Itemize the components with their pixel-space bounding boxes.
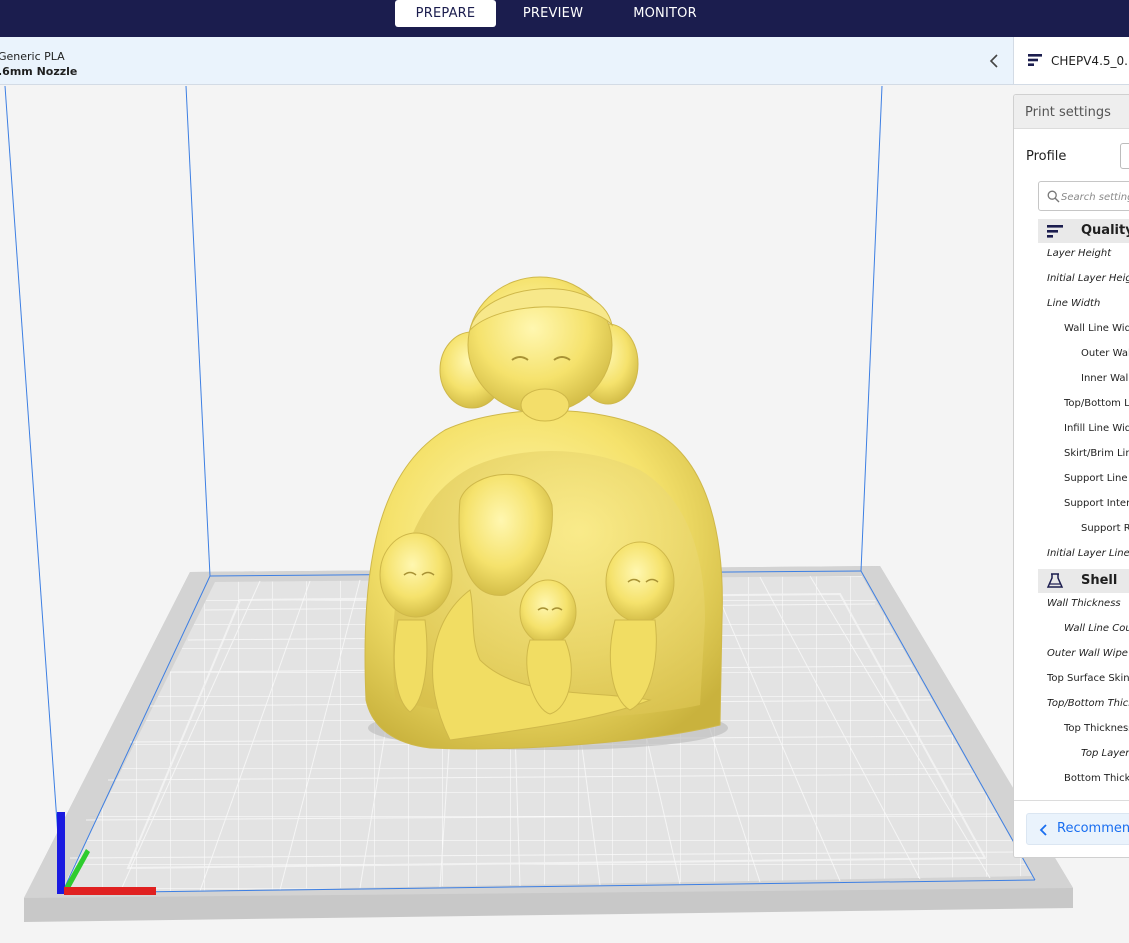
setting-support-line-width[interactable]: Support Line Width <box>1064 469 1129 489</box>
settings-list[interactable]: Quality Layer Height Initial Layer Heigh… <box>1038 219 1129 797</box>
category-quality[interactable]: Quality <box>1038 219 1129 243</box>
tab-monitor[interactable]: MONITOR <box>620 0 710 27</box>
category-label: Shell <box>1081 573 1118 588</box>
setting-support-roof-line-width[interactable]: Support Roof Line Width <box>1081 519 1129 539</box>
setting-top-thickness[interactable]: Top Thickness <box>1064 719 1129 739</box>
scene <box>0 86 1129 943</box>
search-icon <box>1047 190 1060 203</box>
search-settings-box[interactable] <box>1038 181 1129 211</box>
setting-top-bottom-thickness[interactable]: Top/Bottom Thickness <box>1047 694 1129 714</box>
recommended-mode-button[interactable]: Recommended <box>1026 813 1129 845</box>
x-axis <box>64 887 156 895</box>
tab-prepare[interactable]: PREPARE <box>395 0 496 27</box>
setting-outer-wall-line-width[interactable]: Outer Wall Line Width <box>1081 344 1129 364</box>
print-setup-selector[interactable]: CHEPV4.5_0.1 <box>1013 37 1129 85</box>
setting-layer-height[interactable]: Layer Height <box>1047 244 1111 264</box>
setting-initial-layer-line-width[interactable]: Initial Layer Line Width <box>1047 544 1129 564</box>
category-shell[interactable]: Shell <box>1038 569 1129 593</box>
panel-header: Print settings <box>1014 95 1129 129</box>
setting-wall-line-width[interactable]: Wall Line Width <box>1064 319 1129 339</box>
tab-preview[interactable]: PREVIEW <box>510 0 596 27</box>
setting-inner-wall-line-width[interactable]: Inner Wall(s) Line Width <box>1081 369 1129 389</box>
setting-support-interface-line-width[interactable]: Support Interface Line Width <box>1064 494 1129 514</box>
category-label: Quality <box>1081 223 1129 238</box>
recommended-label: Recommended <box>1057 821 1129 836</box>
setting-infill-line-width[interactable]: Infill Line Width <box>1064 419 1129 439</box>
print-settings-panel: Print settings Profile Quality Layer Hei… <box>1013 94 1129 858</box>
setting-skirt-brim-line-width[interactable]: Skirt/Brim Line Width <box>1064 444 1129 464</box>
extruder-material-bar[interactable]: Generic PLA .6mm Nozzle <box>0 37 1013 85</box>
setting-bottom-thickness[interactable]: Bottom Thickness <box>1064 769 1129 789</box>
z-axis <box>57 812 65 894</box>
setting-wall-line-count[interactable]: Wall Line Count <box>1064 619 1129 639</box>
settings-sliders-icon <box>1028 54 1042 66</box>
setting-outer-wall-wipe-distance[interactable]: Outer Wall Wipe Distance <box>1047 644 1129 664</box>
setting-wall-thickness[interactable]: Wall Thickness <box>1047 594 1121 614</box>
setting-top-surface-skin-layers[interactable]: Top Surface Skin Layers <box>1047 669 1129 689</box>
profile-label: Profile <box>1026 149 1067 164</box>
setting-line-width[interactable]: Line Width <box>1047 294 1100 314</box>
chevron-left-icon[interactable] <box>986 52 1002 70</box>
chevron-left-icon <box>1039 824 1047 836</box>
profile-dropdown[interactable] <box>1120 143 1129 169</box>
panel-footer: Recommended <box>1014 800 1129 857</box>
shell-icon <box>1046 573 1064 588</box>
setting-top-bottom-line-width[interactable]: Top/Bottom Line Width <box>1064 394 1129 414</box>
panel-title: Print settings <box>1025 105 1111 120</box>
printer-profile-name: CHEPV4.5_0.1 <box>1051 54 1129 68</box>
stage-menu-bar: PREPARE PREVIEW MONITOR <box>0 0 1129 37</box>
setting-initial-layer-height[interactable]: Initial Layer Height <box>1047 269 1129 289</box>
quality-icon <box>1047 225 1063 238</box>
material-name: Generic PLA <box>0 50 65 63</box>
3d-viewport[interactable] <box>0 86 1129 943</box>
nozzle-size: .6mm Nozzle <box>0 65 78 78</box>
search-settings-input[interactable] <box>1061 188 1129 206</box>
setting-top-layers[interactable]: Top Layers <box>1081 744 1129 764</box>
